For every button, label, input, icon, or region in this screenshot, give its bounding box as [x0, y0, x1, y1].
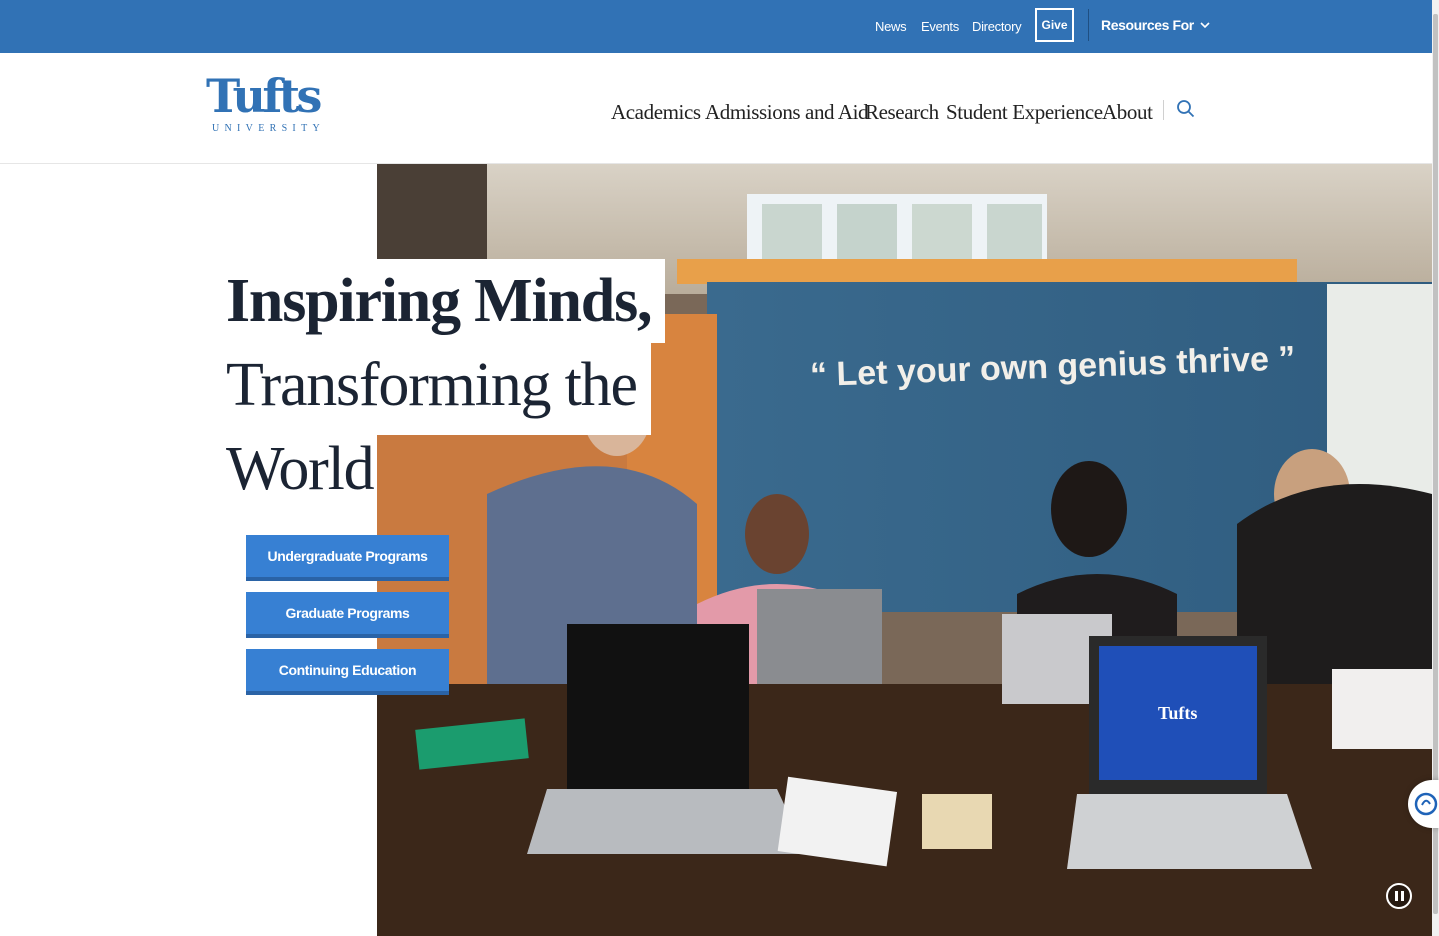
pause-icon[interactable]: [1386, 883, 1412, 909]
nav-divider: [1163, 100, 1164, 120]
resources-for-label: Resources For: [1101, 17, 1194, 33]
logo-subtitle: UNIVERSITY: [212, 123, 325, 134]
utility-divider: [1088, 9, 1089, 41]
accessibility-icon: [1414, 792, 1438, 816]
hero-headline-line-2: Transforming the: [226, 343, 651, 435]
nav-admissions-and-aid[interactable]: Admissions and Aid: [705, 96, 869, 128]
laptop-screen-logo: Tufts: [1158, 703, 1197, 723]
logo-wordmark: Tufts: [206, 69, 322, 123]
utility-link-news[interactable]: News: [875, 0, 907, 53]
nav-research[interactable]: Research: [865, 96, 939, 128]
tufts-logo[interactable]: Tufts UNIVERSITY: [206, 69, 322, 137]
continuing-education-button[interactable]: Continuing Education: [246, 649, 449, 695]
undergraduate-programs-button[interactable]: Undergraduate Programs: [246, 535, 449, 581]
nav-about[interactable]: About: [1102, 96, 1153, 128]
hero-headline-line-1: Inspiring Minds,: [226, 259, 666, 343]
scrollbar-thumb[interactable]: [1433, 14, 1438, 914]
give-button[interactable]: Give: [1035, 8, 1074, 42]
utility-link-directory[interactable]: Directory: [972, 0, 1022, 53]
hero-headline-line-3: World: [226, 435, 375, 503]
search-icon[interactable]: [1176, 99, 1196, 119]
graduate-programs-button[interactable]: Graduate Programs: [246, 592, 449, 638]
resources-for-dropdown[interactable]: Resources For: [1101, 0, 1210, 50]
nav-academics[interactable]: Academics: [611, 96, 701, 128]
chevron-down-icon: [1200, 21, 1210, 28]
nav-student-experience[interactable]: Student Experience: [946, 96, 1103, 128]
utility-bar: News Events Directory Give Resources For: [0, 0, 1432, 53]
utility-link-events[interactable]: Events: [921, 0, 959, 53]
